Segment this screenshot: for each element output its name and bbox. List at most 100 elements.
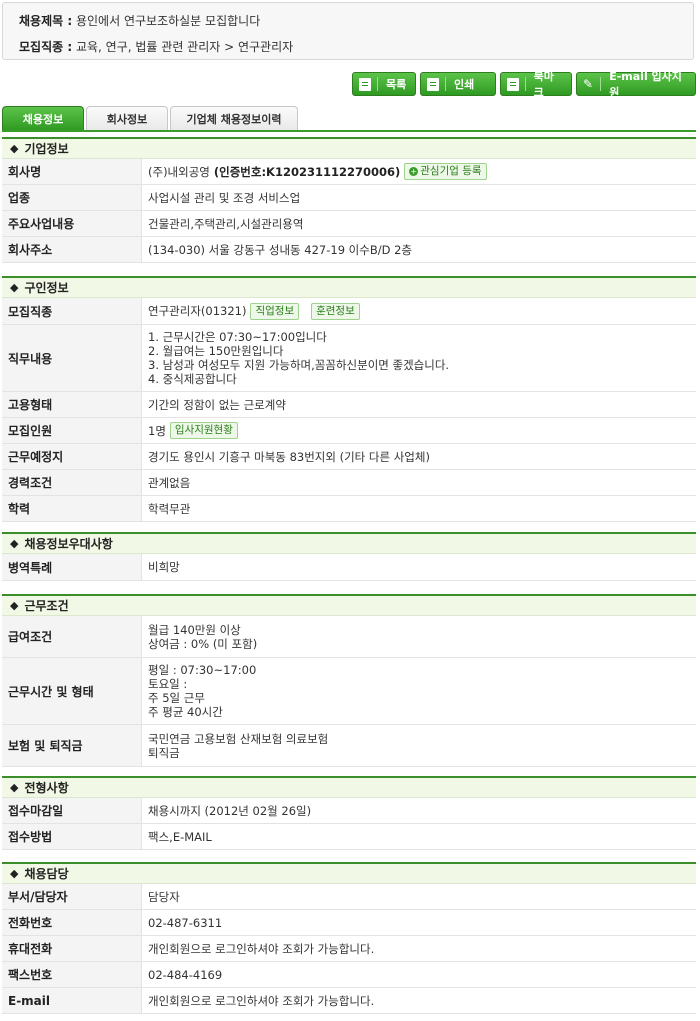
tab-bar: 채용정보 회사정보 기업체 채용정보이력 xyxy=(2,106,298,130)
row-value: 학력무관 xyxy=(148,501,191,516)
plus-icon: + xyxy=(409,167,419,176)
toolbar: 목록 인쇄 북마크 ✎ E-mail 입사지원 xyxy=(352,70,696,99)
row-value: 월급 140만원 이상 상여금 : 0% (미 포함) xyxy=(148,622,258,651)
tab-hiring-history[interactable]: 기업체 채용정보이력 xyxy=(170,106,298,130)
row-value: 기간의 정함이 없는 근로계약 xyxy=(148,397,286,412)
recruit-section: ◆ 구인정보 모집직종 연구관리자(01321) 직업정보 훈련정보 직무내용 1. … xyxy=(2,276,696,522)
process-section: ◆ 전형사항 접수마감일 채용시까지 (2012년 02월 26일) 접수방법 팩… xyxy=(2,776,696,850)
row-value: 연구관리자(01321) 직업정보 훈련정보 xyxy=(142,298,696,324)
contact-section: ◆ 채용담당 부서/담당자 담당자 전화번호 02-487-6311 휴대전화 개… xyxy=(2,862,696,1014)
job-category-value: 교육, 연구, 법률 관련 관리자 > 연구관리자 xyxy=(75,40,294,54)
table-row: 고용형태 기간의 정함이 없는 근로계약 xyxy=(2,392,696,418)
job-title-line: 채용제목 : 용인에서 연구보조하실분 모집합니다 xyxy=(19,12,260,29)
table-row: 접수마감일 채용시까지 (2012년 02월 26일) xyxy=(2,798,696,824)
row-label: 업종 xyxy=(2,185,142,210)
row-value: 팩스,E-MAIL xyxy=(148,829,212,844)
row-value: 02-487-6311 xyxy=(148,915,223,930)
row-label: 회사주소 xyxy=(2,237,142,262)
row-value: 02-484-4169 xyxy=(148,967,223,982)
row-label: 근무시간 및 형태 xyxy=(2,658,142,724)
table-row: 휴대전화 개인회원으로 로그인하셔야 조회가 가능합니다. xyxy=(2,936,696,962)
work-section: ◆ 근무조건 급여조건 월급 140만원 이상 상여금 : 0% (미 포함) 근… xyxy=(2,594,696,767)
print-icon xyxy=(427,77,439,91)
row-value: 개인회원으로 로그인하셔야 조회가 가능합니다. xyxy=(148,941,375,956)
row-label: 근무예정지 xyxy=(2,444,142,469)
tab-job-info[interactable]: 채용정보 xyxy=(2,106,84,130)
table-row: 보험 및 퇴직금 국민연금 고용보험 산재보험 의료보험 퇴직금 xyxy=(2,725,696,767)
row-label: E-mail xyxy=(2,988,142,1013)
row-label: 휴대전화 xyxy=(2,936,142,961)
job-summary-box: 채용제목 : 용인에서 연구보조하실분 모집합니다 모집직종 : 교육, 연구,… xyxy=(2,2,694,60)
diamond-icon: ◆ xyxy=(10,142,19,155)
table-row: E-mail 개인회원으로 로그인하셔야 조회가 가능합니다. xyxy=(2,988,696,1014)
table-row: 병역특례 비희망 xyxy=(2,554,696,581)
table-row: 근무시간 및 형태 평일 : 07:30~17:00 토요일 : 주 5일 근무… xyxy=(2,658,696,725)
row-value: 평일 : 07:30~17:00 토요일 : 주 5일 근무 주 평균 40시간 xyxy=(148,663,257,719)
job-title-label: 채용제목 : xyxy=(19,14,73,28)
table-row: 모집직종 연구관리자(01321) 직업정보 훈련정보 xyxy=(2,298,696,325)
bookmark-button[interactable]: 북마크 xyxy=(500,70,572,99)
list-button[interactable]: 목록 xyxy=(352,72,416,96)
section-heading: ◆ 채용정보우대사항 xyxy=(2,532,696,554)
training-info-button[interactable]: 훈련정보 xyxy=(311,302,360,320)
row-value: 담당자 xyxy=(148,889,180,904)
section-heading: ◆ 구인정보 xyxy=(2,276,696,298)
row-label: 직무내용 xyxy=(2,325,142,391)
row-label: 급여조건 xyxy=(2,616,142,657)
table-row: 부서/담당자 담당자 xyxy=(2,884,696,910)
row-label: 접수마감일 xyxy=(2,798,142,823)
table-row: 전화번호 02-487-6311 xyxy=(2,910,696,936)
row-value: 개인회원으로 로그인하셔야 조회가 가능합니다. xyxy=(148,993,375,1008)
tab-company-info[interactable]: 회사정보 xyxy=(86,106,168,130)
email-apply-button[interactable]: ✎ E-mail 입사지원 xyxy=(576,70,696,99)
row-label: 모집인원 xyxy=(2,418,142,443)
pencil-icon: ✎ xyxy=(583,77,594,91)
row-value: 채용시까지 (2012년 02월 26일) xyxy=(148,803,312,818)
table-row: 팩스번호 02-484-4169 xyxy=(2,962,696,988)
diamond-icon: ◆ xyxy=(10,599,19,612)
row-label: 팩스번호 xyxy=(2,962,142,987)
table-row: 업종 사업시설 관리 및 조경 서비스업 xyxy=(2,185,696,211)
print-button[interactable]: 인쇄 xyxy=(420,72,496,96)
row-label: 회사명 xyxy=(2,159,142,184)
table-row: 학력 학력무관 xyxy=(2,496,696,522)
row-label: 접수방법 xyxy=(2,824,142,849)
cert-number: (인증번호:K120231112270006) xyxy=(213,164,401,179)
prefer-section: ◆ 채용정보우대사항 병역특례 비희망 xyxy=(2,532,696,581)
row-value: 경기도 용인시 기흥구 마북동 83번지외 (기타 다른 사업체) xyxy=(148,449,430,464)
job-title-value: 용인에서 연구보조하실분 모집합니다 xyxy=(75,14,261,28)
row-value: 비희망 xyxy=(148,560,180,574)
table-row: 회사주소 (134-030) 서울 강동구 성내동 427-19 이수B/D 2… xyxy=(2,237,696,263)
job-info-button[interactable]: 직업정보 xyxy=(250,302,300,320)
row-value: 국민연금 고용보험 산재보험 의료보험 퇴직금 xyxy=(148,731,329,760)
row-value: (134-030) 서울 강동구 성내동 427-19 이수B/D 2층 xyxy=(148,242,413,257)
row-value: (주)내외공영 (인증번호:K120231112270006) + 관심기업 등록 xyxy=(142,159,696,184)
section-heading: ◆ 채용담당 xyxy=(2,862,696,884)
row-label: 모집직종 xyxy=(2,298,142,324)
table-row: 근무예정지 경기도 용인시 기흥구 마북동 83번지외 (기타 다른 사업체) xyxy=(2,444,696,470)
row-label: 학력 xyxy=(2,496,142,521)
table-row: 접수방법 팩스,E-MAIL xyxy=(2,824,696,850)
row-label: 고용형태 xyxy=(2,392,142,417)
company-section: ◆ 기업정보 회사명 (주)내외공영 (인증번호:K120231112270006)… xyxy=(2,137,696,263)
table-row: 경력조건 관계없음 xyxy=(2,470,696,496)
favorite-company-button[interactable]: + 관심기업 등록 xyxy=(404,163,487,180)
row-value: 관계없음 xyxy=(148,475,191,490)
row-label: 전화번호 xyxy=(2,910,142,935)
row-label: 부서/담당자 xyxy=(2,884,142,909)
list-icon xyxy=(359,77,371,91)
application-status-button[interactable]: 입사지원현황 xyxy=(169,422,238,439)
table-row: 모집인원 1명 입사지원현황 xyxy=(2,418,696,444)
table-row: 주요사업내용 건물관리,주택관리,시설관리용역 xyxy=(2,211,696,237)
row-value: 건물관리,주택관리,시설관리용역 xyxy=(148,216,304,231)
table-row: 직무내용 1. 근무시간은 07:30~17:00입니다 2. 월급여는 150… xyxy=(2,325,696,392)
section-heading: ◆ 전형사항 xyxy=(2,776,696,798)
row-value: 1명 입사지원현황 xyxy=(142,418,696,443)
table-row: 회사명 (주)내외공영 (인증번호:K120231112270006) + 관심기업 … xyxy=(2,159,696,185)
diamond-icon: ◆ xyxy=(10,281,19,294)
row-label: 보험 및 퇴직금 xyxy=(2,725,142,766)
section-heading: ◆ 기업정보 xyxy=(2,137,696,159)
diamond-icon: ◆ xyxy=(10,537,19,550)
row-label: 주요사업내용 xyxy=(2,211,142,236)
table-row: 급여조건 월급 140만원 이상 상여금 : 0% (미 포함) xyxy=(2,616,696,658)
